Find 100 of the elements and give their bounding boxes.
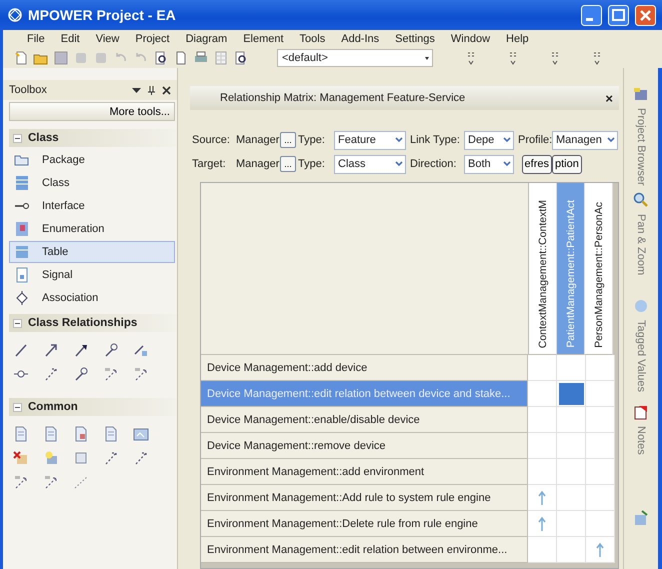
delete-icon[interactable] bbox=[13, 450, 29, 466]
pin-icon[interactable] bbox=[147, 86, 156, 94]
menu-item[interactable]: View bbox=[88, 33, 128, 45]
toolbox-section-header[interactable]: Common bbox=[9, 398, 177, 416]
profile-dropdown[interactable]: <default> bbox=[277, 49, 433, 67]
dock-tab[interactable]: Pan & Zoom bbox=[633, 192, 649, 292]
close-icon[interactable] bbox=[162, 86, 171, 94]
open-arrow-icon[interactable] bbox=[73, 366, 89, 382]
browse-button[interactable]: ... bbox=[280, 156, 296, 172]
toolbox-item[interactable]: Association bbox=[9, 287, 175, 309]
matrix-cell[interactable] bbox=[528, 485, 557, 511]
save-icon[interactable] bbox=[53, 50, 69, 66]
matrix-cell[interactable] bbox=[528, 511, 557, 537]
menu-item[interactable]: Edit bbox=[52, 33, 88, 45]
toolbox-item[interactable]: Package bbox=[9, 149, 175, 171]
toolbar-grip-icon[interactable] bbox=[467, 50, 475, 66]
arrow-icon[interactable] bbox=[43, 342, 59, 358]
matrix-cell[interactable] bbox=[557, 433, 586, 459]
toolbox-item[interactable]: Enumeration bbox=[9, 218, 175, 240]
dock-tab[interactable]: Notes bbox=[633, 404, 649, 504]
browse-button[interactable]: ... bbox=[280, 132, 296, 148]
more-tools-button[interactable]: More tools... bbox=[9, 102, 175, 121]
maximize-icon[interactable] bbox=[608, 4, 629, 26]
dashed-arrow-icon[interactable] bbox=[103, 450, 119, 466]
row-header[interactable]: Environment Management::Add rule to system rule engine bbox=[201, 485, 528, 511]
notebook-icon[interactable] bbox=[633, 404, 649, 420]
labeled-dashed-arrow-icon[interactable] bbox=[43, 474, 59, 490]
collapse-icon[interactable] bbox=[13, 318, 22, 328]
menu-item[interactable]: Element bbox=[235, 33, 292, 45]
toolbar-grip-icon[interactable] bbox=[551, 50, 559, 66]
matrix-cell[interactable] bbox=[586, 511, 615, 537]
toolbar-grip-icon[interactable] bbox=[509, 50, 517, 66]
matrix-cell[interactable] bbox=[557, 355, 586, 381]
close-button[interactable]: × bbox=[605, 90, 613, 106]
matrix-cell[interactable] bbox=[528, 537, 557, 563]
menu-item[interactable]: Window bbox=[442, 33, 498, 45]
matrix-cell[interactable] bbox=[528, 407, 557, 433]
row-header[interactable]: Environment Management::add environment bbox=[201, 459, 528, 485]
matrix-cell[interactable] bbox=[557, 485, 586, 511]
action-button[interactable]: ption bbox=[552, 154, 582, 174]
matrix-cell[interactable] bbox=[586, 537, 615, 563]
dashed-arrow-icon[interactable] bbox=[133, 450, 149, 466]
column-header[interactable]: PersonManagement::PersonAc bbox=[585, 183, 613, 355]
collapse-icon[interactable] bbox=[13, 402, 22, 412]
open-arrow-icon[interactable] bbox=[103, 342, 119, 358]
matrix-cell[interactable] bbox=[528, 433, 557, 459]
matrix-cell[interactable] bbox=[586, 433, 615, 459]
matrix-cell[interactable] bbox=[586, 381, 615, 407]
line-icon[interactable] bbox=[13, 342, 29, 358]
menu-item[interactable]: File bbox=[19, 33, 53, 45]
dashed-arrow-icon[interactable] bbox=[43, 366, 59, 382]
document-icon[interactable] bbox=[43, 426, 59, 442]
frame-icon[interactable] bbox=[73, 450, 89, 466]
toolbox-section-header[interactable]: Class bbox=[9, 129, 177, 147]
row-header[interactable]: Device Management::add device bbox=[201, 355, 528, 381]
menu-item[interactable]: Diagram bbox=[178, 33, 236, 45]
matrix-cell[interactable] bbox=[586, 407, 615, 433]
properties-icon[interactable] bbox=[633, 510, 649, 526]
action-button[interactable]: efres bbox=[522, 154, 552, 174]
minimize-icon[interactable] bbox=[581, 4, 602, 26]
labeled-dashed-arrow-icon[interactable] bbox=[103, 366, 119, 382]
matrix-cell[interactable] bbox=[586, 355, 615, 381]
input-field[interactable]: Manager bbox=[236, 134, 280, 146]
matrix-cell[interactable] bbox=[528, 381, 557, 407]
image-icon[interactable] bbox=[133, 426, 149, 442]
menu-item[interactable]: Help bbox=[498, 33, 537, 45]
toolbox-section-header[interactable]: Class Relationships bbox=[9, 314, 177, 332]
row-header[interactable]: Environment Management::Delete rule from rule engine bbox=[201, 511, 528, 537]
matrix-cell[interactable] bbox=[557, 459, 586, 485]
toolbox-item[interactable]: Class bbox=[9, 172, 175, 194]
dropdown[interactable]: Depe bbox=[464, 130, 514, 150]
menu-item[interactable]: Tools bbox=[292, 33, 334, 45]
dropdown-icon[interactable] bbox=[132, 86, 141, 94]
matrix-cell[interactable] bbox=[557, 407, 586, 433]
document-icon[interactable] bbox=[103, 426, 119, 442]
document-icon[interactable] bbox=[73, 426, 89, 442]
matrix-cell[interactable] bbox=[528, 355, 557, 381]
document-icon[interactable] bbox=[13, 426, 29, 442]
collapse-icon[interactable] bbox=[13, 134, 22, 142]
dropdown[interactable]: Both bbox=[464, 154, 514, 174]
filled-arrow-icon[interactable] bbox=[73, 342, 89, 358]
column-header[interactable]: ContextManagement::ContextM bbox=[529, 183, 557, 355]
dropdown[interactable]: Class bbox=[334, 154, 406, 174]
row-header[interactable]: Environment Management::edit relation between environme... bbox=[201, 537, 528, 563]
matrix-cell[interactable] bbox=[557, 537, 586, 563]
dropdown[interactable]: Managen bbox=[552, 130, 618, 150]
matrix-cell[interactable] bbox=[528, 459, 557, 485]
lightbulb-icon[interactable] bbox=[43, 450, 59, 466]
row-header[interactable]: Device Management::enable/disable device bbox=[201, 407, 528, 433]
input-field[interactable]: Manager bbox=[236, 158, 280, 170]
dropdown[interactable]: Feature bbox=[334, 130, 406, 150]
matrix-cell[interactable] bbox=[586, 459, 615, 485]
dock-tab[interactable]: Project Browser bbox=[633, 86, 649, 186]
dock-tab[interactable]: Tagged Values bbox=[633, 298, 649, 398]
folder-tree-icon[interactable] bbox=[633, 86, 649, 102]
matrix-cell[interactable] bbox=[557, 381, 586, 407]
toolbox-item[interactable]: Table bbox=[9, 241, 175, 263]
labeled-dashed-arrow-icon[interactable] bbox=[13, 474, 29, 490]
toolbar-grip-icon[interactable] bbox=[593, 50, 601, 66]
row-header[interactable]: Device Management::remove device bbox=[201, 433, 528, 459]
